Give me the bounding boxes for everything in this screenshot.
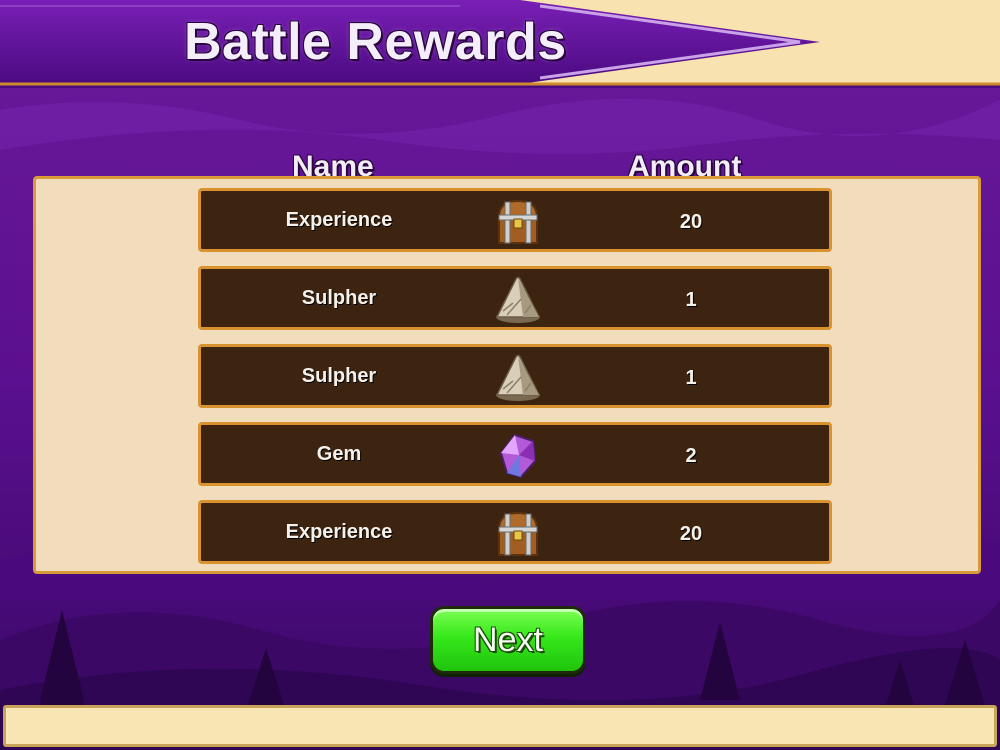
reward-name: Sulpher: [301, 365, 377, 387]
reward-row: Experience 20: [198, 188, 832, 252]
reward-amount: 20: [679, 211, 703, 233]
treasure-chest-icon: [493, 195, 543, 247]
reward-row: Sulpher 1: [198, 266, 832, 330]
sulphur-pile-icon: [493, 273, 543, 325]
reward-amount: 20: [679, 523, 703, 545]
reward-row: Gem 2: [198, 422, 832, 486]
bottom-bar: [3, 705, 997, 747]
reward-name: Experience: [285, 521, 393, 543]
reward-row: Sulpher 1: [198, 344, 832, 408]
reward-amount: 1: [685, 289, 697, 311]
next-button[interactable]: Next: [430, 606, 586, 674]
rewards-panel: Experience 20 Sulpher 1 Sulpher 1 Gem 2 …: [33, 176, 981, 574]
reward-name: Sulpher: [301, 287, 377, 309]
reward-amount: 1: [685, 367, 697, 389]
purple-gem-icon: [493, 429, 543, 481]
treasure-chest-icon: [493, 507, 543, 559]
sulphur-pile-icon: [493, 351, 543, 403]
reward-name: Experience: [285, 209, 393, 231]
page-title: Battle Rewards: [184, 13, 567, 71]
reward-amount: 2: [685, 445, 697, 467]
reward-row: Experience 20: [198, 500, 832, 564]
reward-name: Gem: [316, 443, 362, 465]
